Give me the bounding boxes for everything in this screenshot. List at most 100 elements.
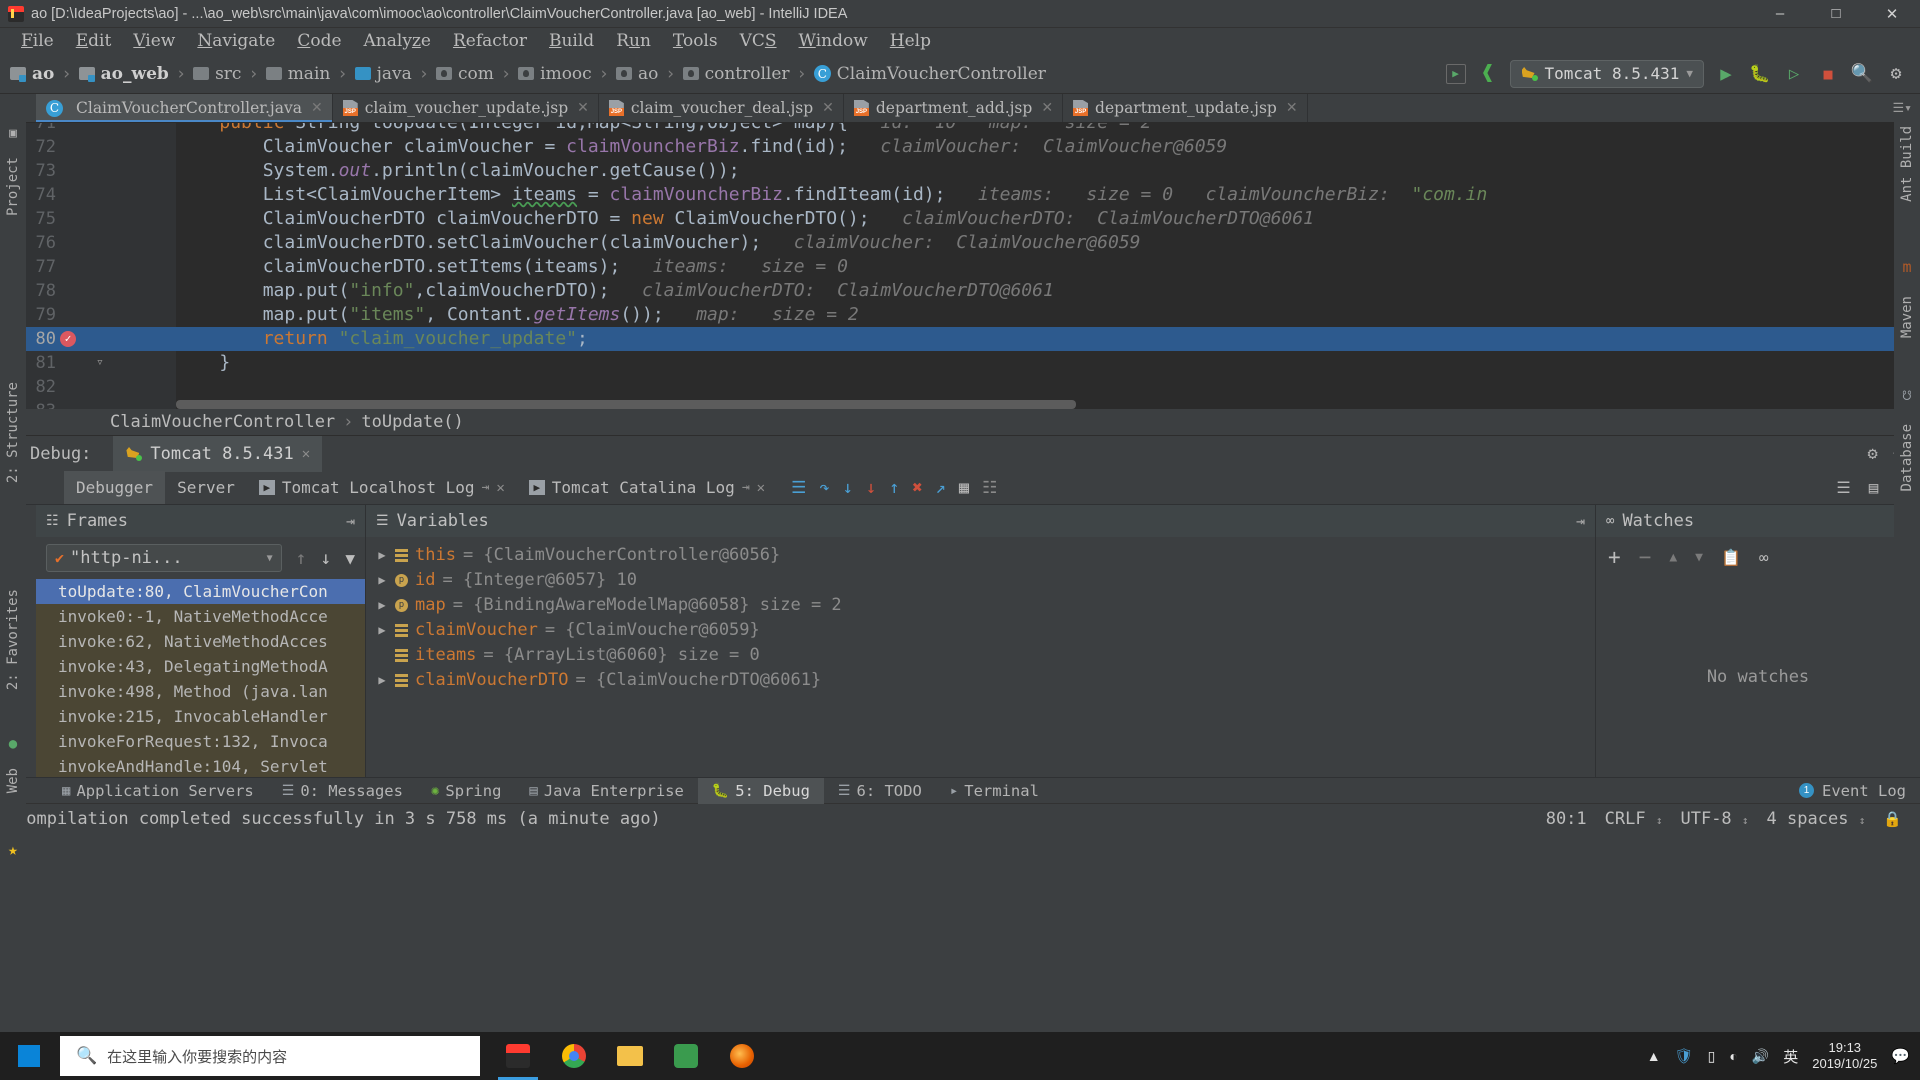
right-rail-item-maven[interactable]: Maven xyxy=(1899,296,1915,338)
database-icon[interactable]: ☋ xyxy=(1903,388,1911,404)
pin-icon[interactable]: ⇥ xyxy=(1576,512,1585,530)
start-button[interactable] xyxy=(0,1032,58,1080)
tray-network-icon[interactable]: ◐ xyxy=(1729,1048,1737,1064)
force-step-into-icon[interactable]: ↓ xyxy=(866,478,876,498)
favorites-star-icon[interactable]: ★ xyxy=(8,840,18,859)
layout-icon[interactable]: ☰ xyxy=(1836,478,1850,497)
frame-row[interactable]: invoke:215, InvocableHandler xyxy=(36,704,365,729)
menu-code[interactable]: Code xyxy=(286,28,352,54)
frame-row[interactable]: invoke:62, NativeMethodAcces xyxy=(36,629,365,654)
copy-watch-button[interactable]: 📋 xyxy=(1721,548,1741,567)
close-icon[interactable]: ✕ xyxy=(1041,100,1053,116)
breadcrumb-item-src[interactable]: src xyxy=(193,64,241,84)
tray-storage-icon[interactable]: ▯ xyxy=(1708,1048,1716,1065)
file-encoding[interactable]: UTF-8 ↕ xyxy=(1680,809,1748,829)
menu-edit[interactable]: Edit xyxy=(65,28,123,54)
frame-up-icon[interactable]: ↑ xyxy=(296,548,307,569)
add-watch-button[interactable]: + xyxy=(1608,545,1621,569)
breadcrumb-item-ao-web[interactable]: ao_web xyxy=(78,64,169,84)
bottom-tab-todo[interactable]: ☰ 6: TODO xyxy=(824,778,936,804)
breadcrumb-item-com[interactable]: com xyxy=(436,64,494,84)
close-icon[interactable]: ✕ xyxy=(302,446,310,462)
frame-row[interactable]: invoke0:-1, NativeMethodAcce xyxy=(36,604,365,629)
variable-row[interactable]: iteams = {ArrayList@6060} size = 0 xyxy=(366,643,1595,668)
close-icon[interactable]: ✕ xyxy=(311,100,323,116)
right-rail-item-ant-build[interactable]: Ant Build xyxy=(1899,126,1915,202)
expand-arrow-icon[interactable]: ▶ xyxy=(376,668,388,693)
taskbar-search-input[interactable]: 🔍 在这里输入你要搜索的内容 xyxy=(60,1036,480,1076)
tray-security-icon[interactable]: 🛡 xyxy=(1675,1047,1694,1065)
menu-file[interactable]: File xyxy=(10,28,65,54)
breadcrumb-item-ao[interactable]: ao xyxy=(10,64,54,84)
run-with-coverage-button[interactable]: ▷ xyxy=(1782,62,1806,86)
hammer-build-icon[interactable]: ❰ xyxy=(1476,61,1500,86)
settings-icon[interactable]: ⚙ xyxy=(1884,62,1908,86)
breadcrumb-item-ao-pkg[interactable]: ao xyxy=(615,64,658,84)
show-console-icon[interactable]: ☰ xyxy=(791,478,806,498)
code-line[interactable]: 73 System.out.println(claimVoucher.getCa… xyxy=(0,159,1920,183)
run-button[interactable]: ▶ xyxy=(1714,62,1738,86)
taskbar-app-intellij-idea[interactable] xyxy=(492,1032,544,1080)
close-icon[interactable]: ✕ xyxy=(1286,100,1298,116)
remove-watch-button[interactable]: − xyxy=(1639,545,1652,569)
search-everywhere-button[interactable]: 🔍 xyxy=(1850,62,1874,86)
breadcrumb-method[interactable]: toUpdate() xyxy=(361,412,463,432)
taskbar-app-green[interactable] xyxy=(660,1032,712,1080)
pin-icon[interactable]: ⇥ xyxy=(742,480,750,495)
editor-tab-claim-voucher-deal[interactable]: claim_voucher_deal.jsp ✕ xyxy=(598,94,844,122)
variable-row[interactable]: ▶ this = {ClaimVoucherController@6056} xyxy=(366,543,1595,568)
breadcrumb-class[interactable]: ClaimVoucherController xyxy=(110,412,335,432)
step-over-icon[interactable]: ↷ xyxy=(819,478,829,498)
maximize-button[interactable]: □ xyxy=(1808,0,1864,28)
bottom-tab-application-servers[interactable]: ▦ Application Servers xyxy=(48,778,268,804)
breadcrumb-item-main[interactable]: main xyxy=(265,64,330,84)
code-lines-container[interactable]: 71 public String toUpdate(Integer id,Map… xyxy=(0,123,1920,409)
close-icon[interactable]: ✕ xyxy=(822,100,834,116)
editor-tab-department-add[interactable]: department_add.jsp ✕ xyxy=(843,94,1064,122)
left-rail-item-favorites[interactable]: 2: Favorites xyxy=(5,589,21,690)
code-editor[interactable]: 71 public String toUpdate(Integer id,Map… xyxy=(0,123,1920,409)
variable-row[interactable]: ▶ claimVoucherDTO = {ClaimVoucherDTO@6061} xyxy=(366,668,1595,693)
editor-tab-department-update[interactable]: department_update.jsp ✕ xyxy=(1063,94,1308,122)
tray-chevron-up-icon[interactable]: ▲ xyxy=(1647,1048,1661,1064)
code-line[interactable]: 77 claimVoucherDTO.setItems(iteams); ite… xyxy=(0,255,1920,279)
code-line[interactable]: 79 map.put("items", Contant.getItems());… xyxy=(0,303,1920,327)
debug-button[interactable]: 🐛 xyxy=(1748,62,1772,86)
tab-tomcat-localhost-log[interactable]: ▶ Tomcat Localhost Log ⇥ ✕ xyxy=(247,471,517,504)
maven-icon[interactable]: m xyxy=(1902,258,1911,276)
caret-position[interactable]: 80:1 xyxy=(1546,809,1587,829)
left-rail-item-web[interactable]: Web xyxy=(5,768,21,793)
code-line[interactable]: 76 claimVoucherDTO.setClaimVoucher(claim… xyxy=(0,231,1920,255)
gear-icon[interactable]: ⚙ xyxy=(1868,444,1878,464)
variable-row[interactable]: ▶ p id = {Integer@6057} 10 xyxy=(366,568,1595,593)
stop-button[interactable]: ■ xyxy=(1816,62,1840,86)
expand-arrow-icon[interactable]: ▶ xyxy=(376,593,388,618)
tab-server[interactable]: Server xyxy=(165,471,247,504)
tab-tomcat-catalina-log[interactable]: ▶ Tomcat Catalina Log ⇥ ✕ xyxy=(517,471,777,504)
breadcrumb-item-class[interactable]: C ClaimVoucherController xyxy=(813,64,1046,84)
filter-frames-icon[interactable]: ▼ xyxy=(345,549,355,568)
line-separator[interactable]: CRLF ↕ xyxy=(1605,809,1663,829)
frame-row[interactable]: invoke:498, Method (java.lan xyxy=(36,679,365,704)
code-line[interactable]: 72 ClaimVoucher claimVoucher = claimVoun… xyxy=(0,135,1920,159)
close-button[interactable]: ✕ xyxy=(1864,0,1920,28)
expand-arrow-icon[interactable]: ▶ xyxy=(376,543,388,568)
taskbar-app-chrome[interactable] xyxy=(548,1032,600,1080)
bottom-tab-messages[interactable]: ☰ 0: Messages xyxy=(268,778,417,804)
bottom-tab-java-enterprise[interactable]: ▤ Java Enterprise xyxy=(515,778,697,804)
indent-setting[interactable]: 4 spaces ↕ xyxy=(1767,809,1866,829)
code-line[interactable]: 81 ▿ } xyxy=(0,351,1920,375)
evaluate-expression-icon[interactable]: ▦ xyxy=(959,478,969,498)
menu-view[interactable]: View xyxy=(122,28,186,54)
breadcrumb-item-java[interactable]: java xyxy=(354,64,412,84)
code-line[interactable]: 75 ClaimVoucherDTO claimVoucherDTO = new… xyxy=(0,207,1920,231)
drop-frame-icon[interactable]: ✖ xyxy=(912,478,922,498)
frame-row[interactable]: invoke:43, DelegatingMethodA xyxy=(36,654,365,679)
event-log-label[interactable]: Event Log xyxy=(1822,782,1906,800)
move-watch-up-button[interactable]: ▲ xyxy=(1669,550,1677,565)
close-icon[interactable]: ✕ xyxy=(496,480,504,496)
run-inline-icon[interactable]: ▶ xyxy=(1445,63,1466,84)
code-line[interactable]: 82 xyxy=(0,375,1920,399)
web-icon[interactable]: ● xyxy=(9,736,17,752)
watch-infinity-icon[interactable]: ∞ xyxy=(1759,548,1769,567)
